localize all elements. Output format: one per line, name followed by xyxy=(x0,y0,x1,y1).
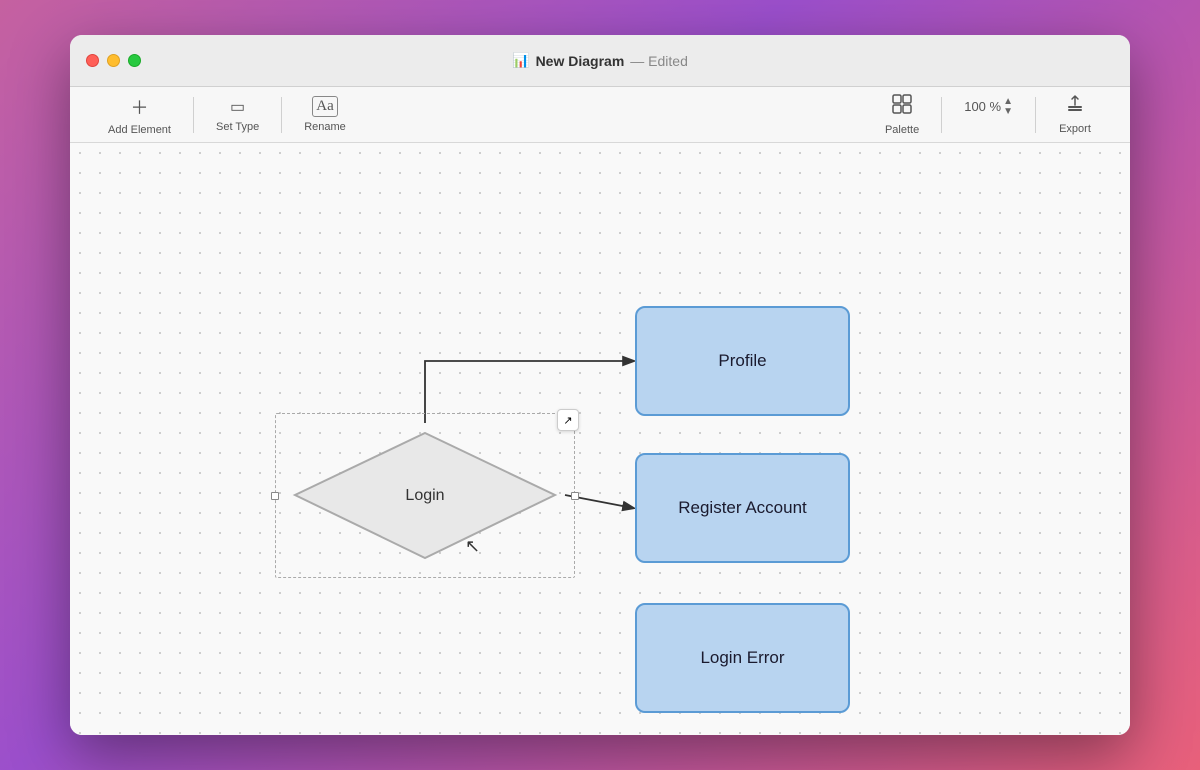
toolbar-separator-4 xyxy=(1035,97,1036,133)
window-title-group: 📊 New Diagram — Edited xyxy=(512,52,688,69)
palette-label: Palette xyxy=(885,124,919,136)
handle-left[interactable] xyxy=(271,492,279,500)
toolbar-right: Palette 100 % ▲▼ 100 % xyxy=(867,87,1110,142)
set-type-button[interactable]: ▭ Set Type xyxy=(198,91,277,139)
toolbar-separator-1 xyxy=(193,97,194,133)
title-icon: 📊 xyxy=(512,52,529,69)
add-element-label: Add Element xyxy=(108,124,171,136)
rename-label: Rename xyxy=(304,121,346,133)
window-subtitle: — Edited xyxy=(630,53,688,69)
login-error-node[interactable]: Login Error xyxy=(635,603,850,713)
add-element-button[interactable]: ＋ Add Element xyxy=(90,88,189,142)
toolbar-separator-2 xyxy=(281,97,282,133)
add-element-icon: ＋ xyxy=(130,94,148,120)
traffic-lights xyxy=(86,54,141,67)
register-account-node[interactable]: Register Account xyxy=(635,453,850,563)
export-label: Export xyxy=(1059,123,1091,135)
zoom-icon: 100 % ▲▼ xyxy=(964,97,1013,117)
login-diamond[interactable]: ↗ Login xyxy=(285,423,565,568)
maximize-button[interactable] xyxy=(128,54,141,67)
rename-icon: Aa xyxy=(312,96,338,117)
minimize-button[interactable] xyxy=(107,54,120,67)
palette-button[interactable]: Palette xyxy=(867,87,937,142)
export-button[interactable]: Export xyxy=(1040,88,1110,141)
login-error-node-label: Login Error xyxy=(700,648,784,668)
window-title: New Diagram xyxy=(536,53,625,69)
rename-button[interactable]: Aa Rename xyxy=(286,90,364,139)
palette-icon xyxy=(891,93,913,120)
profile-node[interactable]: Profile xyxy=(635,306,850,416)
zoom-value: 100 % xyxy=(964,99,1001,114)
diamond-selection-border xyxy=(275,413,575,578)
zoom-control[interactable]: 100 % ▲▼ 100 % xyxy=(946,91,1031,139)
handle-right[interactable] xyxy=(571,492,579,500)
set-type-icon: ▭ xyxy=(230,97,245,117)
close-button[interactable] xyxy=(86,54,99,67)
register-account-node-label: Register Account xyxy=(678,498,807,518)
main-window: 📊 New Diagram — Edited ＋ Add Element ▭ S… xyxy=(70,35,1130,735)
diagram-arrows xyxy=(70,143,1130,735)
toolbar: ＋ Add Element ▭ Set Type Aa Rename xyxy=(70,87,1130,143)
set-type-label: Set Type xyxy=(216,121,259,133)
profile-node-label: Profile xyxy=(718,351,766,371)
titlebar: 📊 New Diagram — Edited xyxy=(70,35,1130,87)
toolbar-separator-3 xyxy=(941,97,942,133)
export-icon xyxy=(1065,94,1085,119)
selection-action-button[interactable]: ↗ xyxy=(557,409,579,431)
diagram-canvas[interactable]: ↗ Login Profile Register Account Login E… xyxy=(70,143,1130,735)
